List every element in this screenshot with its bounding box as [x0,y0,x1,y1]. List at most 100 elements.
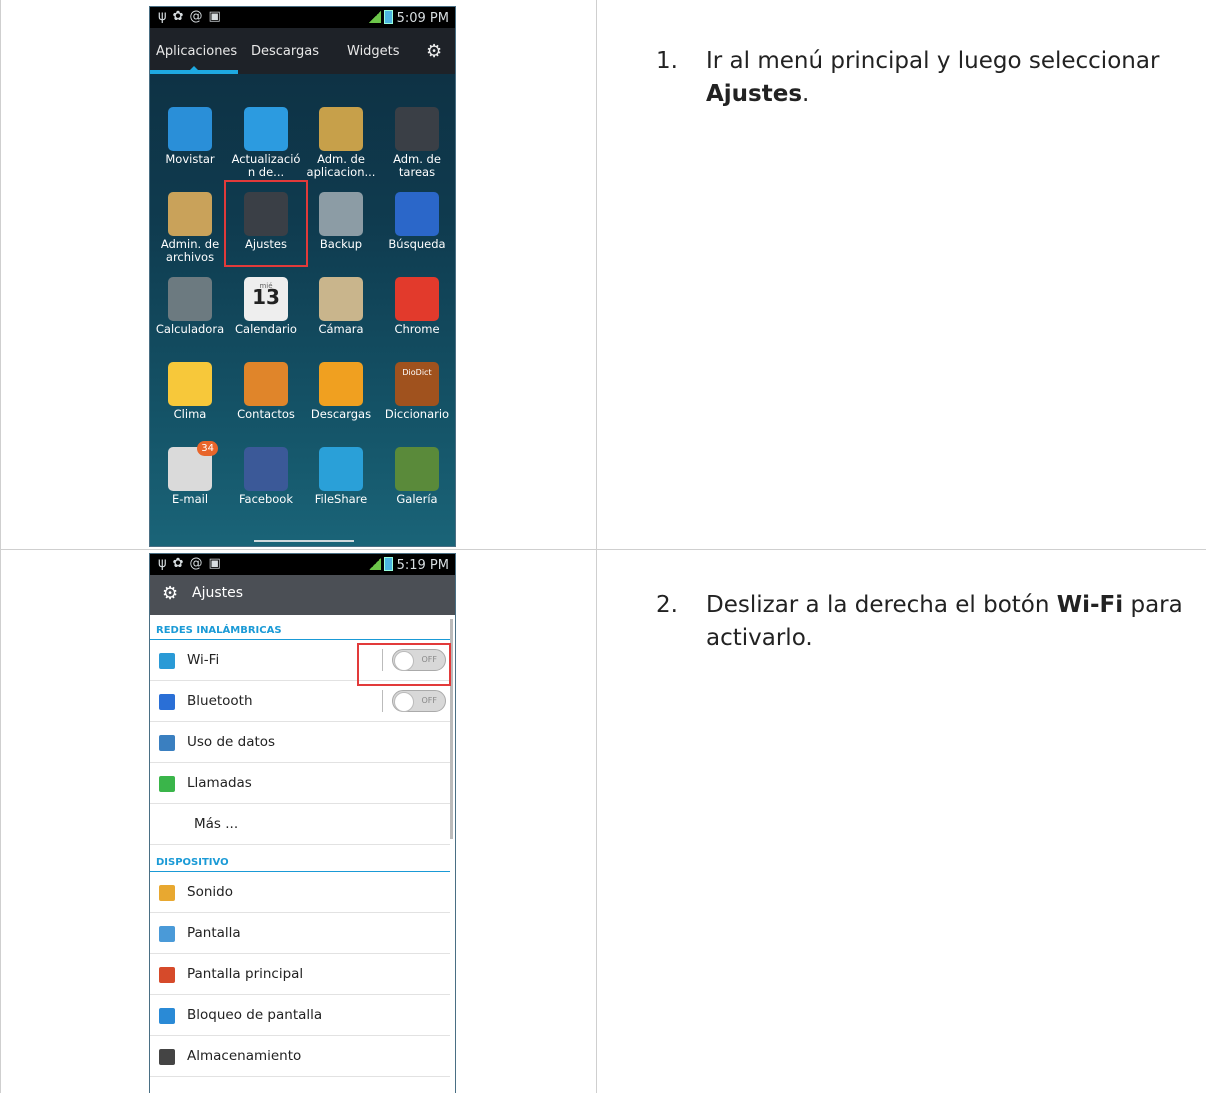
update-icon [244,107,288,151]
step-text-line2: activarlo. [706,625,813,651]
calendar-day: 13 [252,285,280,309]
instruction-step-2: 2. Deslizar a la derecha el botón Wi-Fi p… [626,589,1198,655]
tab-descargas[interactable]: Descargas [251,44,319,59]
app-contacts[interactable]: Contactos [228,362,304,421]
app-label: Calendario [235,322,297,336]
app-label: Descargas [310,407,372,421]
step-bold-term: Wi-Fi [1056,592,1124,618]
settings-row-label: Sonido [187,884,233,900]
settings-row-m-s[interactable]: Más ... [150,804,450,845]
settings-row-label: Bluetooth [187,693,253,709]
app-label: Chrome [394,322,440,336]
gallery-icon [395,447,439,491]
data-usage-icon [159,735,175,751]
status-bar: ψ✿@▣ 5:19 PM [150,554,455,575]
calendar-icon: mié 13 [244,277,288,321]
toggle-separator [382,690,383,712]
signal-icon [368,11,381,23]
phone-screenshot-settings: ψ✿@▣ 5:19 PM ⚙ Ajustes REDES INALÁMBRICA… [149,553,456,1093]
gear-icon[interactable]: ⚙ [426,41,442,62]
phone-screenshot-app-drawer: ψ✿@▣ 5:09 PM Aplicaciones Descargas Widg… [149,6,456,547]
settings-row-pantalla-principal[interactable]: Pantalla principal [150,954,450,995]
downloads-icon [319,362,363,406]
app-drawer-tabs: Aplicaciones Descargas Widgets ⚙ [150,28,455,74]
dictionary-icon: DioDict [395,362,439,406]
app-downloads[interactable]: Descargas [303,362,379,421]
app-label: Diccionario [384,407,450,421]
step-text: Ir al menú principal y luego seleccionar [706,48,1160,74]
settings-row-llamadas[interactable]: Llamadas [150,763,450,804]
tab-widgets[interactable]: Widgets [347,44,400,59]
settings-row-label: Llamadas [187,775,252,791]
step-bold-term: Ajustes [706,81,803,107]
calculator-icon [168,277,212,321]
status-time: 5:19 PM [396,558,449,573]
settings-row-uso-de-datos[interactable]: Uso de datos [150,722,450,763]
instruction-step-1: 1. Ir al menú principal y luego seleccion… [626,45,1198,111]
app-camera[interactable]: Cámara [303,277,379,336]
settings-row-almacenamiento[interactable]: Almacenamiento [150,1036,450,1077]
toggle-switch[interactable]: OFF [392,690,446,712]
email-icon: 34 [168,441,218,491]
app-label: Búsqueda [388,237,446,251]
settings-row-bluetooth[interactable]: Bluetooth OFF [150,681,450,722]
app-movistar[interactable]: Movistar [152,107,228,166]
status-time: 5:09 PM [396,11,449,26]
settings-row-label: Bloqueo de pantalla [187,1007,323,1023]
sound-icon [159,885,175,901]
app-calculator[interactable]: Calculadora [152,277,228,336]
toggle-state-label: OFF [421,696,438,705]
app-label: Galería [396,492,438,506]
app-email[interactable]: 34 E-mail [152,441,228,506]
settings-row-bloqueo-de-pantalla[interactable]: Bloqueo de pantalla [150,995,450,1036]
app-label: Backup [319,237,363,251]
settings-action-bar: ⚙ Ajustes [150,575,455,615]
app-update[interactable]: Actualizació n de... [228,107,304,179]
settings-row-label: Pantalla principal [187,966,304,982]
table-row-divider [0,549,1206,550]
search-google-icon [395,192,439,236]
app-calendar[interactable]: mié 13 Calendario [228,277,304,336]
signal-icon [368,558,381,570]
table-column-divider [596,0,597,1093]
app-label: Cámara [318,322,364,336]
status-bar: ψ✿@▣ 5:09 PM [150,7,455,28]
app-search-google[interactable]: Búsqueda [379,192,455,251]
status-right: 5:19 PM [368,557,449,573]
app-gallery[interactable]: Galería [379,447,455,506]
app-weather[interactable]: Clima [152,362,228,421]
notification-icons: ψ✿@▣ [158,556,227,571]
settings-row-label: Wi-Fi [187,652,220,668]
app-backup[interactable]: Backup [303,192,379,251]
app-label: Facebook [238,492,294,506]
phone-icon [159,776,175,792]
app-manager-icon [319,107,363,151]
app-label: Calculadora [155,322,225,336]
page-indicator [254,540,354,542]
highlight-wifi-toggle-box [357,643,451,686]
app-facebook[interactable]: Facebook [228,447,304,506]
file-manager-icon [168,192,212,236]
notification-icons: ψ✿@▣ [158,9,227,24]
bluetooth-icon [159,694,175,710]
app-task-manager[interactable]: Adm. de tareas [379,107,455,179]
app-chrome[interactable]: Chrome [379,277,455,336]
settings-row-label: Pantalla [187,925,241,941]
settings-row-pantalla[interactable]: Pantalla [150,913,450,954]
highlight-ajustes-box [224,180,308,267]
tab-aplicaciones[interactable]: Aplicaciones [156,44,237,59]
app-fileshare[interactable]: FileShare [303,447,379,506]
app-app-manager[interactable]: Adm. de aplicacion... [303,107,379,179]
app-file-manager[interactable]: Admin. de archivos [152,192,228,264]
settings-row-sonido[interactable]: Sonido [150,872,450,913]
app-label: Actualizació n de... [231,152,301,179]
settings-title: Ajustes [192,585,244,601]
app-dictionary[interactable]: DioDict Diccionario [379,362,455,421]
chrome-icon [395,277,439,321]
settings-row-label: Uso de datos [187,734,276,750]
step-text-end: para [1130,592,1183,618]
home-icon [159,967,175,983]
app-label: FileShare [314,492,368,506]
active-tab-caret [188,66,200,72]
battery-icon [383,557,393,571]
